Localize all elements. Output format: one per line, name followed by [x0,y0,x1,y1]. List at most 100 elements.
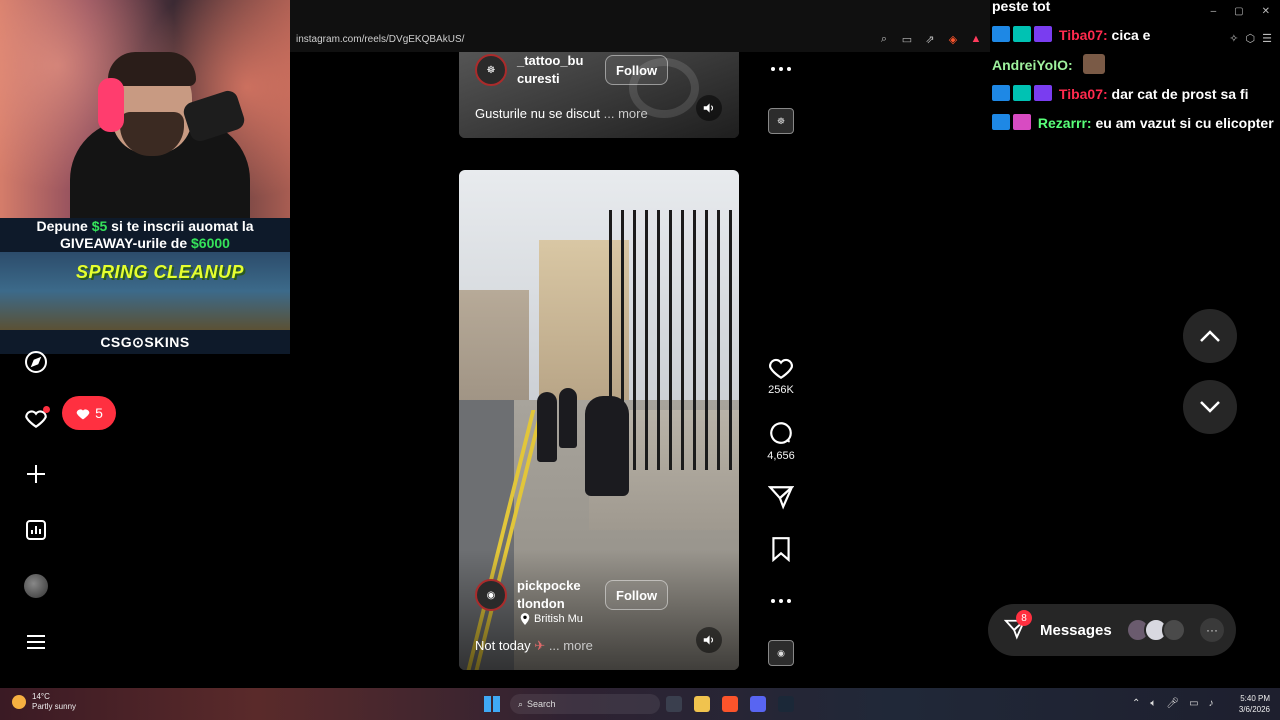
tray-chevron-icon[interactable]: ⌃ [1132,698,1140,709]
notification-dot [43,406,50,413]
chevron-down-icon [1200,401,1220,413]
weather-sun-icon [12,695,26,709]
weather-temperature: 14°C [32,692,50,701]
save-action[interactable] [766,536,796,562]
badge-icon [1034,85,1052,101]
like-action[interactable]: 256K [766,356,796,396]
badge-icon [992,114,1010,130]
discord-icon[interactable] [750,696,766,712]
clock-date: 3/6/2026 [1238,705,1270,714]
notification-badge: 5 [62,396,116,430]
comment-icon[interactable] [768,420,794,446]
comment-action[interactable]: 4,656 [766,420,796,462]
brave-shield-icon[interactable]: ◈ [945,32,961,46]
send-icon[interactable] [768,484,794,510]
more-link[interactable]: ... more [549,638,593,653]
messages-button[interactable]: 8 Messages ··· [988,604,1236,656]
windows-start-icon[interactable] [484,696,500,712]
dashboard-icon[interactable] [22,516,50,544]
notifications-heart-icon[interactable] [22,404,50,432]
reel-location[interactable]: British Mu [520,613,583,625]
microphone-icon[interactable]: 🎤︎ [1166,698,1179,709]
create-plus-icon[interactable] [22,460,50,488]
more-link[interactable]: ... more [604,106,648,121]
scene-pedestrian [537,392,557,462]
profile-avatar[interactable] [22,572,50,600]
chat-message-text: eu am vazut si cu elicopter [1095,115,1274,131]
sound-toggle-icon[interactable] [696,95,722,121]
promo-line2-a: GIVEAWAY-urile de [60,235,192,251]
badge-icon [1013,26,1031,42]
volume-icon[interactable]: ♪ [1209,698,1214,709]
chat-username: AndreiYoIO: [992,57,1073,73]
address-bar[interactable]: instagram.com/reels/DVgEKQBAkUS/ [296,34,464,45]
clock-time: 5:40 PM [1240,694,1270,703]
follow-button[interactable]: Follow [605,55,669,85]
taskbar-clock[interactable]: 5:40 PM 3/6/2026 [1230,693,1270,715]
reel-previous-author: ☸ _tattoo_bu curesti Follow [475,52,669,88]
location-label: British Mu [534,613,583,625]
brave-browser-icon[interactable] [722,696,738,712]
brave-rewards-icon[interactable]: ▲ [968,32,984,46]
follow-button[interactable]: Follow [605,580,669,610]
promo-amount-2: $6000 [191,235,230,251]
heart-filled-icon [76,409,90,420]
previous-reel-button[interactable] [1183,309,1237,363]
reel-audio-thumb[interactable]: ◉ [768,640,794,666]
system-tray: ⌃ 🔈︎ 🎤︎ ▭ ♪ [1132,698,1214,709]
screen-cast-icon[interactable]: ▭ [899,32,915,46]
bookmark-icon[interactable] [770,536,792,562]
network-icon[interactable]: ▭ [1189,698,1198,709]
username-line-2: curesti [517,71,560,86]
next-reel-button[interactable] [1183,380,1237,434]
explore-icon[interactable] [22,348,50,376]
zoom-icon[interactable]: ⌕ [876,32,892,46]
chat-username: Tiba07: [1058,86,1108,102]
conversation-avatar [1162,618,1186,642]
chat-username: Rezarrr: [1037,115,1092,131]
messages-unread-count: 8 [1016,610,1032,626]
chat-message: AndreiYoIO: [992,54,1280,76]
share-icon[interactable]: ⇗ [922,32,938,46]
messages-label: Messages [1040,621,1112,639]
reel-current-author: ◉ pickpocke tlondon Follow [475,577,669,613]
task-view-icon[interactable] [666,696,682,712]
messages-avatars [1126,618,1186,642]
badge-icon [1034,26,1052,42]
file-explorer-icon[interactable] [694,696,710,712]
scene-pedestrian [559,388,577,448]
chat-message-text: cica e [1111,27,1151,43]
author-username[interactable]: pickpocke tlondon [517,577,595,613]
taskbar-search[interactable]: ⌕ Search [510,694,660,714]
comment-count: 4,656 [767,450,795,462]
stream-chat: peste tot Tiba07: cica e AndreiYoIO: Tib… [990,0,1280,142]
author-avatar[interactable]: ◉ [475,579,507,611]
weather-widget[interactable]: 14°C Partly sunny [12,692,76,712]
chat-message: Tiba07: cica e [992,25,1280,46]
promo-text: Depune $5 si te inscrii auomat la GIVEAW… [0,218,290,252]
promo-line1-a: Depune [36,218,92,234]
chat-message: Tiba07: dar cat de prost sa fi [992,84,1280,105]
messages-more-icon[interactable]: ··· [1200,618,1224,642]
more-menu-icon[interactable] [22,628,50,656]
webcam-overlay [0,0,290,218]
author-username[interactable]: _tattoo_bu curesti [517,52,595,88]
share-action[interactable] [766,484,796,510]
reel-previous-audio-thumb[interactable]: ☸ [768,108,794,134]
like-heart-icon[interactable] [768,356,794,380]
notification-count: 5 [95,405,103,421]
author-avatar[interactable]: ☸ [475,54,507,86]
browser-toolbar-icons: ⌕ ▭ ⇗ ◈ ▲ [876,32,984,46]
steam-icon[interactable] [778,696,794,712]
username-line-2: tlondon [517,596,565,611]
caption-text: Not today [475,638,531,653]
badge-icon [992,85,1010,101]
reel-more-icon[interactable] [766,592,796,610]
chat-message-text: peste tot [992,0,1051,14]
chat-username: Tiba07: [1058,27,1108,43]
speaker-icon[interactable]: 🔈︎ [1150,698,1156,709]
reel-previous-caption: Gusturile nu se discut ... more [475,106,648,121]
sound-toggle-icon[interactable] [696,627,722,653]
reel-previous-more-icon[interactable] [766,60,796,78]
username-line-1: _tattoo_bu [517,53,584,68]
